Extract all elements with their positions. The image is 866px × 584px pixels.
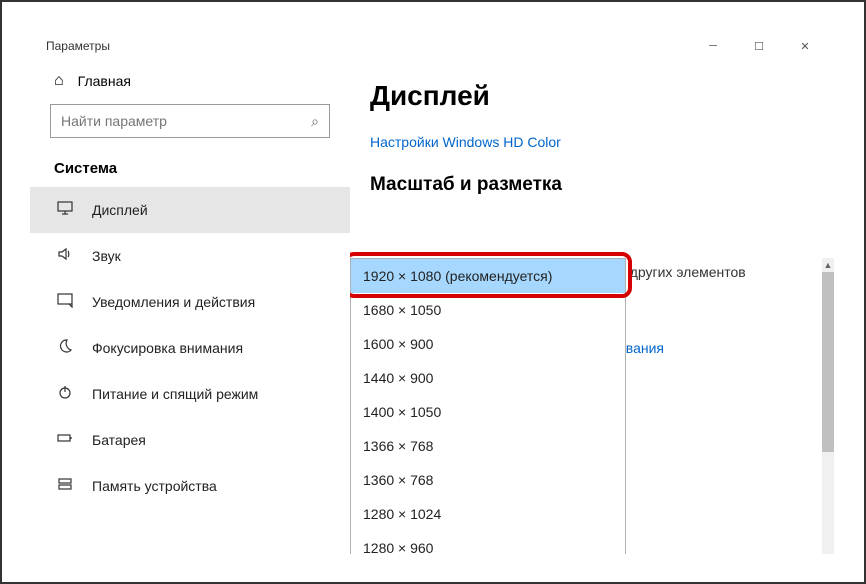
minimize-button[interactable]: ─ (690, 30, 736, 62)
sidebar: ⌂ Главная ⌕ Система Дисплей Звук Уведомлен… (30, 62, 350, 554)
search-icon: ⌕ (311, 113, 319, 130)
nav-label: Фокусировка внимания (92, 340, 243, 356)
sidebar-item-focus[interactable]: Фокусировка внимания (50, 325, 330, 371)
home-link[interactable]: ⌂ Главная (50, 62, 330, 104)
resolution-option[interactable]: 1366 × 768 (351, 429, 625, 463)
window-title: Параметры (38, 39, 690, 53)
section-title: Система (54, 160, 326, 177)
sidebar-item-storage[interactable]: Память устройства (50, 463, 330, 509)
scrollbar[interactable]: ▲ (822, 258, 834, 554)
sidebar-item-notify[interactable]: Уведомления и действия (50, 279, 330, 325)
resolution-option[interactable]: 1440 × 900 (351, 361, 625, 395)
nav-label: Звук (92, 248, 121, 264)
power-icon (56, 384, 74, 404)
display-icon (56, 200, 74, 220)
partial-text: и других элементов (618, 264, 746, 280)
resolution-option[interactable]: 1600 × 900 (351, 327, 625, 361)
resolution-option[interactable]: 1280 × 1024 (351, 497, 625, 531)
search-input[interactable] (61, 113, 311, 129)
notify-icon (56, 292, 74, 312)
resolution-option[interactable]: 1400 × 1050 (351, 395, 625, 429)
home-label: Главная (78, 73, 131, 89)
nav-label: Питание и спящий режим (92, 386, 258, 402)
resolution-option[interactable]: 1280 × 960 (351, 531, 625, 554)
hd-color-link[interactable]: Настройки Windows HD Color (370, 134, 816, 150)
scale-heading: Масштаб и разметка (370, 174, 816, 196)
scroll-up-icon[interactable]: ▲ (822, 258, 834, 272)
resolution-option[interactable]: 1360 × 768 (351, 463, 625, 497)
battery-icon (56, 430, 74, 450)
storage-icon (56, 476, 74, 496)
window-controls: ─ ☐ ✕ (690, 30, 828, 62)
nav-label: Батарея (92, 432, 146, 448)
page-title: Дисплей (370, 80, 816, 112)
search-box[interactable]: ⌕ (50, 104, 330, 138)
sidebar-item-battery[interactable]: Батарея (50, 417, 330, 463)
nav-list: Дисплей Звук Уведомления и действия Фокусир… (50, 187, 330, 509)
maximize-button[interactable]: ☐ (736, 30, 782, 62)
resolution-dropdown[interactable]: 1920 × 1080 (рекомендуется)1680 × 105016… (350, 258, 626, 554)
sidebar-item-display[interactable]: Дисплей (30, 187, 350, 233)
nav-label: Память устройства (92, 478, 217, 494)
content-area: Дисплей Настройки Windows HD Color Масшт… (350, 62, 836, 554)
resolution-option[interactable]: 1680 × 1050 (351, 293, 625, 327)
nav-label: Уведомления и действия (92, 294, 255, 310)
sidebar-item-power[interactable]: Питание и спящий режим (50, 371, 330, 417)
settings-window: Параметры ─ ☐ ✕ ⌂ Главная ⌕ Система Дисп… (30, 30, 836, 554)
scrollbar-thumb[interactable] (822, 272, 834, 452)
nav-label: Дисплей (92, 202, 148, 218)
home-icon: ⌂ (54, 72, 64, 90)
sidebar-item-sound[interactable]: Звук (50, 233, 330, 279)
resolution-option[interactable]: 1920 × 1080 (рекомендуется) (351, 259, 625, 293)
close-button[interactable]: ✕ (782, 30, 828, 62)
focus-icon (56, 338, 74, 358)
titlebar: Параметры ─ ☐ ✕ (30, 30, 836, 62)
sound-icon (56, 246, 74, 266)
